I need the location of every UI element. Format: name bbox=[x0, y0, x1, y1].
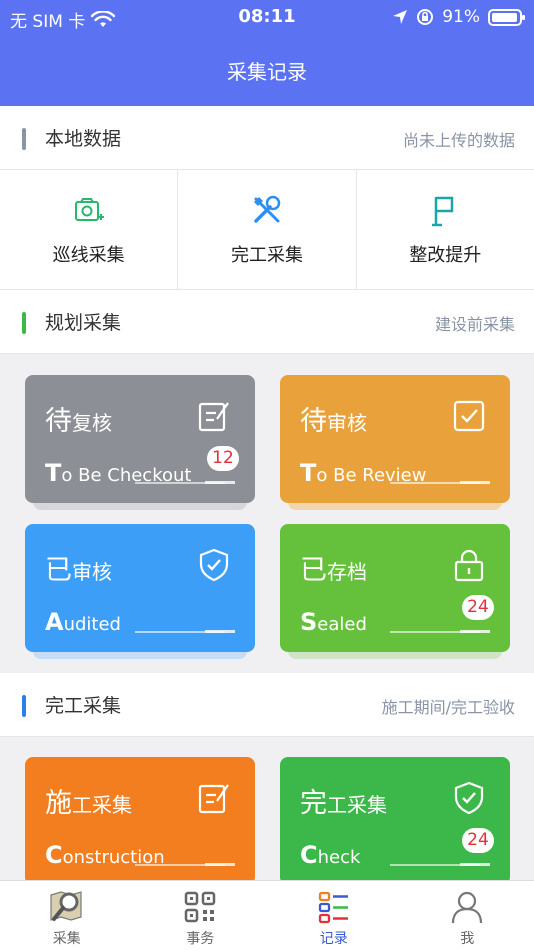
card-underline-accent bbox=[205, 630, 235, 633]
card-title: 施工采集 bbox=[45, 788, 132, 819]
user-icon bbox=[452, 891, 483, 924]
tab-records[interactable]: 记录 bbox=[267, 881, 401, 950]
section-local-header: 本地数据 尚未上传的数据 bbox=[0, 106, 534, 170]
card-to-be-review[interactable]: 待审核 To Be Review bbox=[280, 375, 510, 503]
section-title: 完工采集 bbox=[45, 695, 122, 717]
rotation-lock-icon bbox=[417, 9, 434, 25]
card-underline-accent bbox=[205, 863, 235, 866]
flag-icon bbox=[432, 196, 454, 226]
tab-me[interactable]: 我 bbox=[401, 881, 534, 950]
section-finish-header: 完工采集 施工期间/完工验收 bbox=[0, 673, 534, 737]
section-subtitle: 尚未上传的数据 bbox=[402, 131, 515, 150]
section-accent-bar bbox=[22, 128, 26, 150]
tab-label: 采集 bbox=[52, 931, 81, 947]
local-data-row: 巡线采集 完工采集 整改提升 bbox=[0, 170, 534, 290]
tab-collect[interactable]: 采集 bbox=[0, 881, 134, 950]
section-subtitle: 建设前采集 bbox=[434, 315, 515, 334]
card-subtitle: Sealed bbox=[300, 608, 367, 636]
local-item-completion[interactable]: 完工采集 bbox=[178, 170, 357, 289]
card-to-be-checkout[interactable]: 待复核 To Be Checkout 12 bbox=[25, 375, 255, 503]
section-plan-header: 规划采集 建设前采集 bbox=[0, 290, 534, 354]
shield-check-icon bbox=[199, 548, 229, 582]
edit-icon bbox=[198, 402, 229, 432]
list-icon bbox=[318, 891, 348, 924]
card-subtitle: Check bbox=[300, 841, 361, 869]
header: 无 SIM 卡 08:11 91% 采集记录 bbox=[0, 0, 534, 106]
section-accent-bar bbox=[22, 695, 26, 717]
card-subtitle: Audited bbox=[45, 608, 121, 636]
edit-icon bbox=[198, 784, 229, 814]
battery-icon bbox=[488, 8, 525, 26]
local-item-patrol[interactable]: 巡线采集 bbox=[0, 170, 179, 289]
local-item-rectify[interactable]: 整改提升 bbox=[357, 170, 534, 289]
check-square-icon bbox=[453, 400, 485, 432]
tab-bar: 采集 事务 记录 我 bbox=[0, 880, 534, 950]
section-accent-bar bbox=[22, 312, 26, 334]
tab-affairs[interactable]: 事务 bbox=[134, 881, 268, 950]
status-bar: 无 SIM 卡 08:11 91% bbox=[0, 0, 534, 34]
tab-label: 记录 bbox=[319, 931, 348, 947]
page-title: 采集记录 bbox=[227, 60, 307, 84]
section-title: 本地数据 bbox=[45, 128, 122, 150]
location-arrow-icon bbox=[393, 10, 408, 24]
local-item-label: 整改提升 bbox=[409, 244, 482, 266]
card-title: 已存档 bbox=[300, 555, 367, 586]
card-title: 待复核 bbox=[45, 406, 112, 437]
lock-icon bbox=[454, 549, 484, 582]
count-badge: 24 bbox=[462, 595, 494, 620]
qr-code-icon bbox=[185, 891, 216, 923]
card-construction[interactable]: 施工采集 Construction bbox=[25, 757, 255, 885]
card-underline-accent bbox=[460, 630, 490, 633]
card-underline-accent bbox=[205, 481, 235, 484]
card-title: 待审核 bbox=[300, 406, 367, 437]
tab-label: 事务 bbox=[186, 931, 215, 947]
local-item-label: 巡线采集 bbox=[52, 244, 125, 266]
tools-icon bbox=[253, 195, 281, 223]
local-item-label: 完工采集 bbox=[230, 244, 303, 266]
section-subtitle: 施工期间/完工验收 bbox=[381, 698, 515, 717]
count-badge: 24 bbox=[462, 828, 494, 853]
card-title: 完工采集 bbox=[300, 788, 387, 819]
section-title: 规划采集 bbox=[45, 312, 122, 334]
card-underline-accent bbox=[460, 481, 490, 484]
card-check[interactable]: 完工采集 Check 24 bbox=[280, 757, 510, 885]
card-underline-accent bbox=[460, 863, 490, 866]
map-search-icon bbox=[50, 891, 82, 921]
tab-label: 我 bbox=[460, 931, 475, 947]
shield-check-icon bbox=[454, 781, 484, 815]
card-sealed[interactable]: 已存档 Sealed 24 bbox=[280, 524, 510, 652]
camera-icon bbox=[74, 197, 104, 221]
battery-percent: 91% bbox=[442, 7, 480, 27]
card-audited[interactable]: 已审核 Audited bbox=[25, 524, 255, 652]
card-title: 已审核 bbox=[45, 555, 112, 586]
count-badge: 12 bbox=[207, 446, 239, 471]
